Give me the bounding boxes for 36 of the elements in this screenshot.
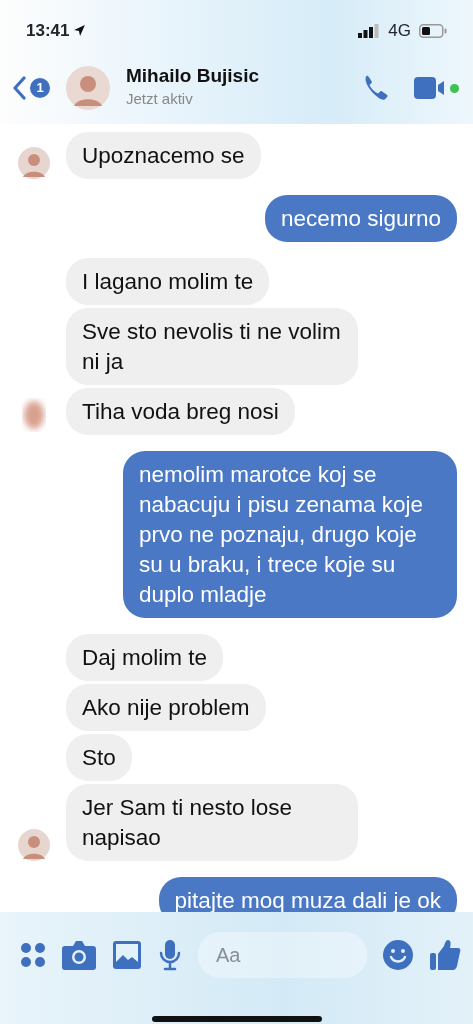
location-arrow-icon	[73, 24, 87, 38]
smiley-icon	[383, 940, 413, 970]
message-bubble: Sve sto nevolis ti ne volim ni ja	[66, 308, 358, 385]
clock-time: 13:41	[26, 20, 70, 42]
apps-button[interactable]	[20, 942, 46, 968]
message-bubble: Sto	[66, 734, 132, 781]
gallery-button[interactable]	[112, 940, 142, 970]
image-icon	[112, 940, 142, 970]
message-bubble: Daj molim te	[66, 634, 224, 681]
message-bubble: Jer Sam ti nesto lose napisao	[66, 784, 358, 861]
contact-name: Mihailo Bujisic	[126, 65, 261, 89]
sender-avatar	[18, 829, 50, 861]
like-button[interactable]	[429, 939, 461, 971]
message-bubble: Upoznacemo se	[66, 132, 261, 179]
signal-icon	[358, 23, 381, 38]
emoji-button[interactable]	[383, 940, 413, 970]
sender-avatar	[18, 147, 50, 179]
video-call-button[interactable]	[414, 75, 459, 101]
camera-icon	[62, 940, 96, 970]
back-chevron-icon	[12, 76, 26, 100]
unread-count-badge: 1	[30, 78, 50, 98]
four-dots-icon	[20, 942, 46, 968]
thumbs-up-icon	[429, 939, 461, 971]
back-button[interactable]	[12, 76, 26, 100]
voice-button[interactable]	[158, 939, 182, 971]
message-bubble: Ako nije problem	[66, 684, 266, 731]
message-bubble: Tiha voda breg nosi	[66, 388, 295, 435]
battery-icon	[419, 23, 447, 38]
message-bubble: I lagano molim te	[66, 258, 270, 305]
network-type: 4G	[388, 20, 411, 42]
message-bubble: necemo sigurno	[264, 195, 457, 242]
camera-button[interactable]	[62, 940, 96, 970]
microphone-icon	[158, 939, 182, 971]
presence-status: Jetzt aktiv	[126, 89, 194, 110]
message-bubble: nemolim marotce koj se nabacuju i pisu zenama koje prvo ne poznaju, drugo koje su u braku, i trece koje su duplo mladje	[123, 451, 457, 618]
contact-avatar	[66, 66, 110, 110]
